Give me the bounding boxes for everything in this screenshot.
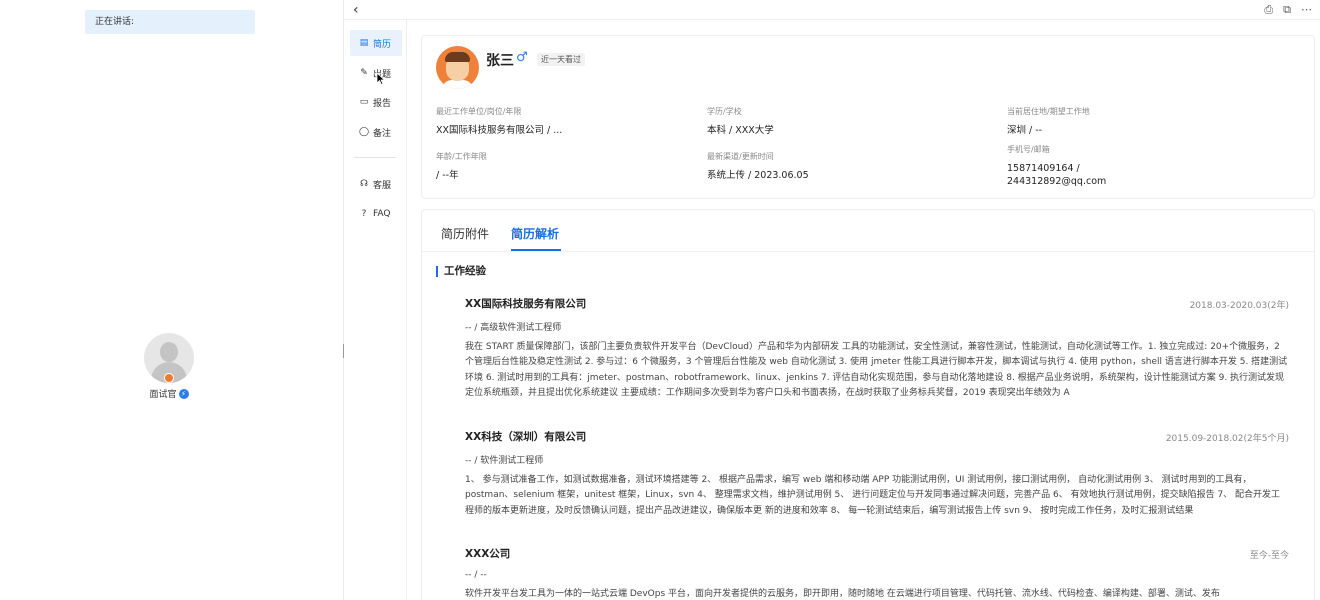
- top-bar: ‹ ⎙ ⧉ ⋯: [344, 0, 1320, 20]
- nav-item-report[interactable]: ▭ 报告: [350, 89, 402, 115]
- job-description: 软件开发平台发工具为一体的一站式云端 DevOps 平台，面向开发者提供的云服务…: [465, 589, 1220, 599]
- nav-item-label: FAQ: [373, 209, 391, 219]
- email-value: 244312892@qq.com: [1007, 176, 1107, 187]
- report-icon: ▭: [359, 97, 369, 107]
- field-label: 手机号/邮箱: [1007, 145, 1050, 154]
- field-location: 当前居住地/期望工作地 深圳 / --: [1007, 106, 1090, 137]
- nav-item-resume[interactable]: ▤ 简历: [350, 30, 402, 56]
- male-icon: ♂: [516, 50, 528, 65]
- field-label: 最新渠道/更新时间: [707, 152, 774, 161]
- job-role: -- / --: [465, 570, 487, 580]
- participant-panel: 正在讲话: 面试官 ⚡: [0, 0, 344, 600]
- resume-card: 简历附件 简历解析 工作经验 XX国际科技服务有限公司 2018.03-2020…: [421, 209, 1315, 600]
- field-recent-job: 最近工作单位/岗位/年限 XX国际科技服务有限公司 / ...: [436, 106, 562, 137]
- field-label: 当前居住地/期望工作地: [1007, 107, 1090, 116]
- field-age-experience: 年龄/工作年限 / --年: [436, 151, 487, 182]
- user-badge-icon: [164, 373, 174, 383]
- interviewer-tile[interactable]: 面试官 ⚡: [144, 333, 194, 400]
- mouse-pointer-icon: [376, 72, 385, 85]
- job-entry: XX国际科技服务有限公司 2018.03-2020.03(2年) -- / 高级…: [465, 296, 1289, 402]
- job-period: 至今-至今: [1249, 551, 1289, 561]
- nav-item-support[interactable]: ☊ 客服: [350, 171, 402, 197]
- edit-icon: ✎: [360, 68, 368, 78]
- job-period: 2015.09-2018.02(2年5个月): [1165, 434, 1289, 444]
- back-arrow-icon[interactable]: ‹: [353, 2, 359, 18]
- nav-item-notes[interactable]: ◯ 备注: [350, 119, 402, 145]
- job-description: 1、 参与测试准备工作，如测试数据准备，测试环境搭建等 2、 根据产品需求，编写…: [465, 475, 1281, 516]
- field-value: 系统上传 / 2023.06.05: [707, 170, 809, 181]
- interviewer-label-row: 面试官 ⚡: [144, 387, 194, 400]
- open-external-icon[interactable]: ⧉: [1283, 3, 1291, 17]
- job-entry: XX科技（深圳）有限公司 2015.09-2018.02(2年5个月) -- /…: [465, 429, 1289, 519]
- job-entry: XXX公司 至今-至今 -- / -- 软件开发平台发工具为一体的一站式云端 D…: [465, 546, 1289, 600]
- field-value: / --年: [436, 170, 459, 181]
- field-channel: 最新渠道/更新时间 系统上传 / 2023.06.05: [707, 151, 809, 182]
- headset-icon: ☊: [360, 179, 368, 189]
- nav-item-faq[interactable]: ? FAQ: [350, 201, 402, 227]
- nav-item-label: 备注: [373, 128, 392, 139]
- phone-value: 15871409164 /: [1007, 163, 1080, 174]
- field-contact: 手机号/邮箱 15871409164 / 244312892@qq.com: [1007, 144, 1106, 188]
- nav-item-label: 客服: [373, 180, 392, 191]
- field-education: 学历/学校 本科 / XXX大学: [707, 106, 774, 137]
- job-company: XXX公司: [465, 548, 511, 560]
- nav-item-label: 简历: [373, 39, 392, 50]
- field-label: 学历/学校: [707, 107, 742, 116]
- tab-resume-attachment[interactable]: 简历附件: [441, 225, 489, 242]
- nav-item-label: 报告: [373, 98, 392, 109]
- job-company: XX国际科技服务有限公司: [465, 298, 587, 310]
- lightning-icon: ⚡: [178, 388, 189, 399]
- comment-icon: ◯: [359, 127, 370, 137]
- candidate-profile-card: 张三 ♂ 近一天看过 最近工作单位/岗位/年限 XX国际科技服务有限公司 / .…: [421, 35, 1315, 199]
- help-icon: ?: [361, 209, 367, 219]
- field-label: 年龄/工作年限: [436, 152, 487, 161]
- job-description: 我在 START 质量保障部门，该部门主要负责软件开发平台（DevCloud）产…: [465, 342, 1288, 399]
- job-role: -- / 软件测试工程师: [465, 456, 544, 466]
- interviewer-name: 面试官: [149, 390, 177, 400]
- field-value: 深圳 / --: [1007, 125, 1043, 136]
- section-title-work-experience: 工作经验: [436, 266, 486, 277]
- job-period: 2018.03-2020.03(2年): [1189, 301, 1289, 311]
- speaking-indicator: 正在讲话:: [85, 10, 255, 34]
- job-role: -- / 高级软件测试工程师: [465, 323, 562, 333]
- field-value: XX国际科技服务有限公司 / ...: [436, 125, 563, 136]
- viewed-badge: 近一天看过: [537, 53, 585, 66]
- side-nav: ▤ 简历 ✎ 出题 ▭ 报告 ◯ 备注 ☊ 客服 ? FAQ: [344, 20, 407, 600]
- document-icon: ▤: [359, 38, 369, 48]
- field-value: 本科 / XXX大学: [707, 125, 774, 136]
- top-actions: ⎙ ⧉ ⋯: [1264, 3, 1312, 17]
- tabs-divider: [422, 251, 1314, 252]
- field-label: 最近工作单位/岗位/年限: [436, 107, 522, 116]
- present-screen-icon[interactable]: ⎙: [1264, 3, 1273, 17]
- nav-divider: [354, 157, 396, 158]
- candidate-name: 张三: [486, 53, 514, 69]
- more-icon[interactable]: ⋯: [1301, 3, 1312, 17]
- interviewer-avatar: [144, 333, 194, 383]
- candidate-avatar: [436, 46, 479, 89]
- tab-resume-parsed[interactable]: 简历解析: [511, 225, 559, 242]
